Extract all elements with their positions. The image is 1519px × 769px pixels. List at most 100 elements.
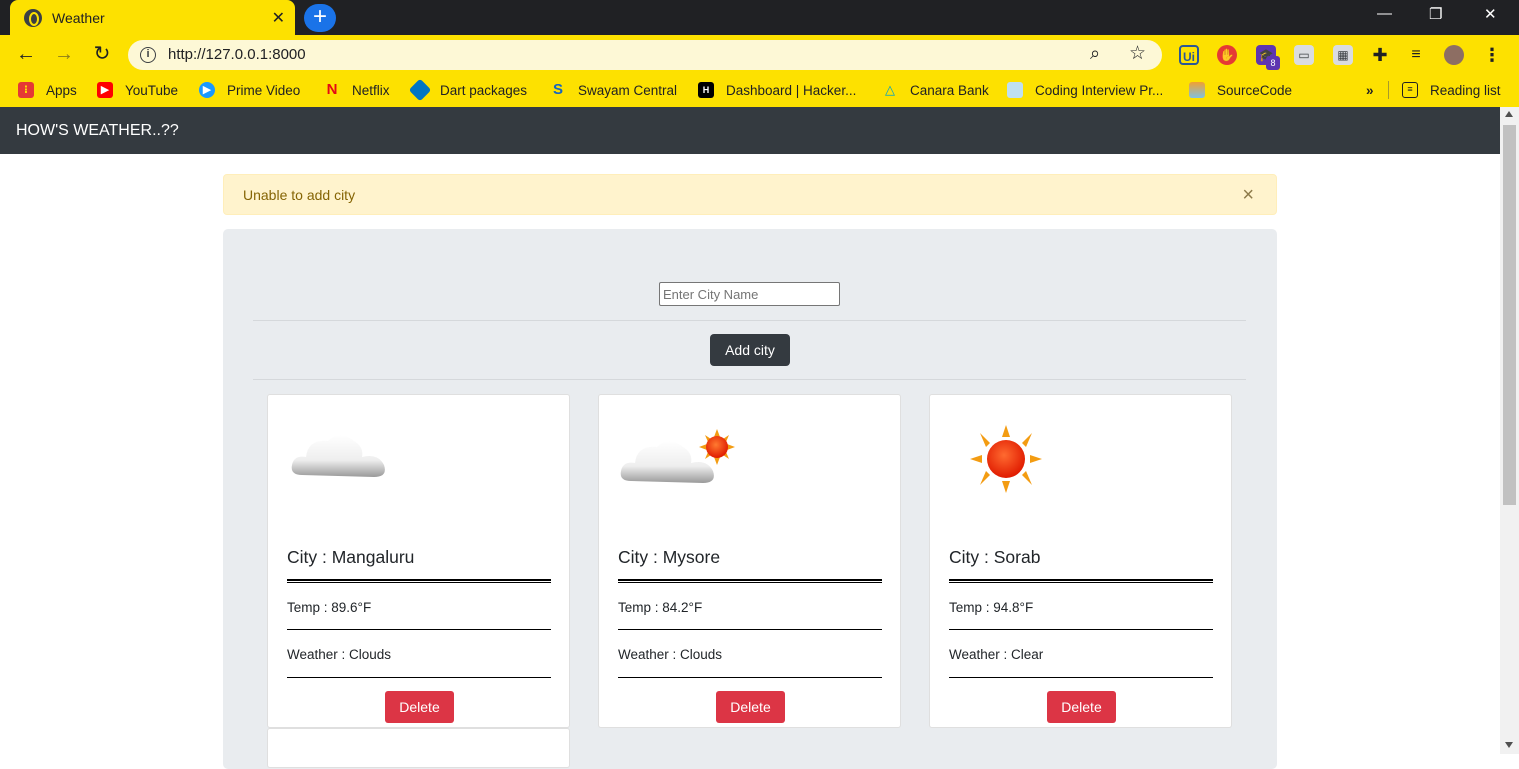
menu-kebab-icon[interactable]: ⋮ [1482,45,1502,65]
weather-card: City : Sorab Temp : 94.8°F Weather : Cle… [929,394,1232,728]
url-text[interactable]: http://127.0.0.1:8000 [168,46,306,63]
bookmark-label: Swayam Central [578,82,678,98]
dart-icon [408,78,432,102]
card-divider [618,629,882,630]
adblock-extension-icon[interactable]: ✋ [1217,45,1237,65]
add-city-button[interactable]: Add city [710,334,790,366]
address-bar[interactable]: i http://127.0.0.1:8000 ⌕ ☆ [128,40,1162,70]
bookmark-label: Prime Video [227,82,301,98]
new-tab-button[interactable]: + [304,4,336,32]
hackerrank-icon: H [698,82,714,98]
forward-icon[interactable]: → [51,41,77,67]
card-divider [287,579,551,583]
delete-button[interactable]: Delete [385,691,454,723]
scrollbar-thumb[interactable] [1503,125,1516,505]
bookmark-label: Coding Interview Pr... [1035,82,1164,98]
bookmark-prime-video[interactable]: ▶ Prime Video [199,80,300,100]
card-city: City : Mangaluru [287,547,415,567]
close-tab-icon[interactable]: ✕ [272,8,285,28]
uipath-extension-icon[interactable]: Ui [1179,45,1199,65]
bookmark-label: Dart packages [440,82,528,98]
card-divider [618,579,882,583]
swayam-icon: S [552,81,563,98]
bookmark-label: Canara Bank [910,82,989,98]
folder-icon [1007,82,1023,98]
card-divider [949,629,1213,630]
media-control-icon[interactable]: ≡ [1406,45,1426,65]
reading-list-label: Reading list [1430,82,1501,98]
browser-tab-strip: Weather ✕ + — ❐ ✕ [0,0,1519,35]
scroll-down-arrow-icon[interactable] [1505,742,1513,748]
card-weather: Weather : Clouds [287,647,392,662]
bookmark-canara-bank[interactable]: △ Canara Bank [882,80,989,100]
card-divider [949,677,1213,678]
alert-close-button[interactable]: × [1242,184,1254,207]
card-temp: Temp : 89.6°F [287,600,372,615]
bookmark-hackerrank[interactable]: H Dashboard | Hacker... [698,80,856,100]
navbar-brand[interactable]: HOW'S WEATHER..?? [16,122,179,140]
reading-list-button[interactable]: ≡ Reading list [1402,80,1501,100]
city-name-input[interactable] [659,282,840,306]
card-divider [287,677,551,678]
card-divider [949,579,1213,583]
weather-card: City : Mysore Temp : 84.2°F Weather : Cl… [598,394,901,728]
browser-toolbar: ← → ↻ i http://127.0.0.1:8000 ⌕ ☆ Ui ✋ 🎓… [0,35,1519,73]
cloud-icon [291,435,385,477]
bookmark-apps[interactable]: ⁝ Apps [18,80,77,100]
canara-bank-icon: △ [885,82,895,97]
vertical-scrollbar[interactable] [1500,107,1519,754]
alert-message: Unable to add city [243,187,356,203]
screenshot-extension-icon[interactable]: ▭ [1294,45,1314,65]
scroll-up-arrow-icon[interactable] [1505,111,1513,117]
weather-card-partial [267,728,570,768]
tab-title: Weather [52,9,105,26]
bookmarks-overflow-button[interactable]: » [1366,80,1374,100]
card-weather: Weather : Clear [949,647,1044,662]
bookmark-dart-packages[interactable]: Dart packages [408,78,528,102]
reading-list-icon: ≡ [1402,82,1418,98]
bookmark-star-icon[interactable]: ☆ [1129,42,1146,65]
close-window-icon[interactable]: ✕ [1484,5,1497,23]
app-navbar: HOW'S WEATHER..?? [0,107,1500,154]
bookmarks-bar: ⁝ Apps ▶ YouTube ▶ Prime Video N Netflix… [0,73,1519,107]
bookmark-label: Dashboard | Hacker... [726,82,857,98]
reload-icon[interactable]: ↻ [89,41,115,67]
weather-card: City : Mangaluru Temp : 89.6°F Weather :… [267,394,570,728]
youtube-icon: ▶ [97,82,113,98]
bookmark-youtube[interactable]: ▶ YouTube [97,80,178,100]
site-info-icon[interactable]: i [140,47,156,63]
sourcecode-icon [1189,82,1205,98]
sun-icon [970,425,1042,493]
bookmark-label: Netflix [352,82,390,98]
media-extension-icon[interactable]: ▦ [1333,45,1353,65]
card-city: City : Mysore [618,547,721,567]
back-icon[interactable]: ← [13,41,39,67]
card-city: City : Sorab [949,547,1041,567]
restore-icon[interactable]: ❐ [1429,5,1442,23]
divider [253,379,1246,380]
netflix-icon: N [326,81,338,98]
card-divider [618,677,882,678]
browser-tab[interactable]: Weather ✕ [10,0,295,35]
bookmark-swayam-central[interactable]: S Swayam Central [550,80,677,100]
profile-avatar[interactable] [1444,45,1464,65]
apps-grid-icon: ⁝ [18,82,34,98]
bookmark-label: Apps [46,82,77,98]
bookmarks-divider [1388,81,1389,99]
overflow-chevron-icon: » [1366,82,1374,98]
zoom-icon[interactable]: ⌕ [1090,43,1100,64]
bookmark-label: YouTube [125,82,179,98]
bookmark-netflix[interactable]: N Netflix [324,80,390,100]
bookmark-coding-interview[interactable]: Coding Interview Pr... [1007,80,1163,100]
delete-button[interactable]: Delete [1047,691,1116,723]
card-weather: Weather : Clouds [618,647,723,662]
card-divider [287,629,551,630]
divider [253,320,1246,321]
weather-panel: Add city City : Mangaluru Temp : 89.6°F … [223,229,1277,769]
extension-badge: 8 [1266,56,1280,70]
bookmark-sourcecode[interactable]: SourceCode [1189,80,1292,100]
card-temp: Temp : 84.2°F [618,600,703,615]
minimize-icon[interactable]: — [1377,5,1392,22]
delete-button[interactable]: Delete [716,691,785,723]
extensions-puzzle-icon[interactable]: ✚ [1370,45,1390,65]
